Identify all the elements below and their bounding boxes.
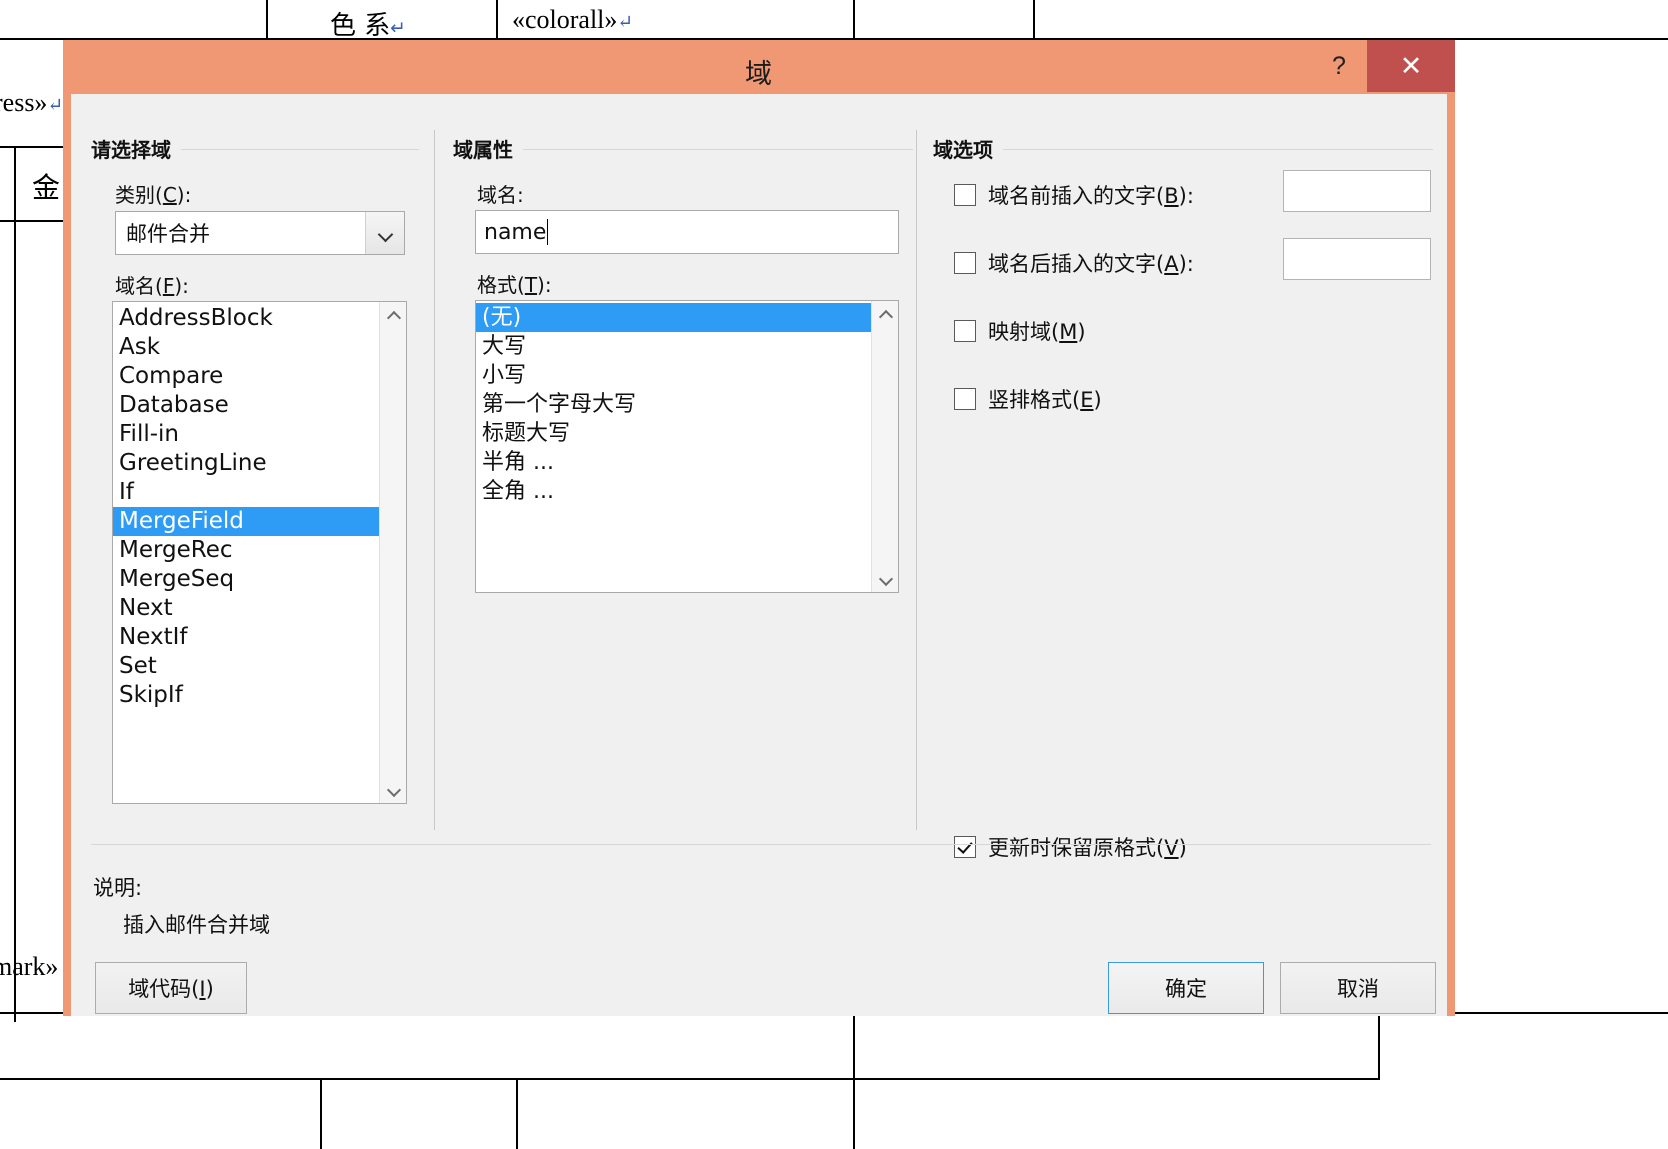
- help-icon[interactable]: ?: [1311, 40, 1367, 92]
- field-name-item[interactable]: Compare: [113, 362, 379, 391]
- doc-cell-text: «colorall»↵: [512, 5, 634, 34]
- format-listbox[interactable]: (无) 大写 小写 第一个字母大写 标题大写 半角 ... 全角 ...: [475, 300, 899, 593]
- description-title: 说明:: [93, 876, 143, 900]
- format-item[interactable]: 第一个字母大写: [476, 390, 871, 419]
- field-option-input[interactable]: [1283, 238, 1431, 280]
- field-names-listbox[interactable]: AddressBlock Ask Compare Database Fill-in Gre…: [112, 301, 407, 804]
- field-codes-button-label: 域代码(I): [128, 977, 214, 1001]
- scroll-up-icon[interactable]: [872, 303, 898, 325]
- preserve-format-label: 更新时保留原格式(V): [988, 836, 1187, 860]
- group-select-field: 请选择域: [91, 134, 419, 163]
- format-scrollbar[interactable]: [871, 301, 898, 592]
- doc-table-border: [266, 0, 268, 40]
- doc-cell-text: 色 系↵: [330, 11, 406, 41]
- field-option-label: 竖排格式(E): [988, 388, 1102, 412]
- format-item[interactable]: 小写: [476, 361, 871, 390]
- chevron-down-icon[interactable]: [365, 212, 404, 254]
- field-name-item[interactable]: If: [113, 478, 379, 507]
- cancel-button-label: 取消: [1337, 977, 1379, 1001]
- doc-table-border: [1378, 1014, 1380, 1080]
- format-item[interactable]: 大写: [476, 332, 871, 361]
- group-title-field-properties: 域属性: [453, 134, 523, 163]
- label-format: 格式(T):: [477, 273, 552, 297]
- doc-table-border: [853, 0, 855, 40]
- category-combobox-value: 邮件合并: [126, 222, 210, 246]
- field-option-checkbox[interactable]: [954, 184, 976, 206]
- field-name-item[interactable]: NextIf: [113, 623, 379, 652]
- field-name-item[interactable]: Database: [113, 391, 379, 420]
- format-item[interactable]: 半角 ...: [476, 448, 871, 477]
- doc-cell-text: 金: [32, 171, 61, 204]
- field-dialog: 域 ? ✕ 请选择域 类别(C): 邮件合并 域名(F): AddressBlo…: [63, 40, 1455, 1016]
- field-option-row[interactable]: 域名后插入的文字(A):: [954, 248, 1194, 278]
- label-field-name: 域名:: [477, 183, 524, 207]
- field-name-item[interactable]: Next: [113, 594, 379, 623]
- text-caret: [547, 219, 549, 245]
- screen: 色 系↵ «colorall»↵ ress»↵ 金 mark» 域: [0, 0, 1668, 1149]
- description-divider: [91, 844, 1431, 845]
- titlebar-buttons: ? ✕: [1311, 40, 1455, 92]
- doc-table-border: [496, 0, 498, 40]
- field-name-item[interactable]: MergeSeq: [113, 565, 379, 594]
- doc-table-border: [0, 1078, 1380, 1080]
- field-option-checkbox[interactable]: [954, 252, 976, 274]
- panel-divider: [916, 130, 917, 830]
- label-category: 类别(C):: [115, 183, 192, 207]
- preserve-format-checkbox[interactable]: [954, 836, 976, 858]
- doc-table-border: [1033, 0, 1035, 40]
- doc-table-border: [320, 1078, 322, 1149]
- category-combobox[interactable]: 邮件合并: [115, 211, 405, 255]
- field-name-item[interactable]: MergeField: [113, 507, 379, 536]
- field-name-input[interactable]: name: [475, 210, 899, 254]
- field-option-input[interactable]: [1283, 170, 1431, 212]
- ok-button[interactable]: 确定: [1108, 962, 1264, 1014]
- close-icon[interactable]: ✕: [1367, 40, 1455, 92]
- field-option-label: 域名后插入的文字(A):: [988, 252, 1194, 276]
- description-body: 插入邮件合并域: [123, 913, 270, 937]
- field-option-checkbox[interactable]: [954, 320, 976, 342]
- label-field-names: 域名(F):: [115, 274, 189, 298]
- cancel-button[interactable]: 取消: [1280, 962, 1436, 1014]
- format-list: (无) 大写 小写 第一个字母大写 标题大写 半角 ... 全角 ...: [476, 301, 871, 592]
- field-name-item[interactable]: GreetingLine: [113, 449, 379, 478]
- group-field-properties: 域属性: [453, 134, 913, 163]
- field-name-item[interactable]: Fill-in: [113, 420, 379, 449]
- doc-table-border: [14, 146, 16, 222]
- field-option-row[interactable]: 域名前插入的文字(B):: [954, 180, 1194, 210]
- field-option-row[interactable]: 映射域(M): [954, 316, 1086, 346]
- doc-cell-text: ress»↵: [0, 88, 64, 117]
- ok-button-label: 确定: [1165, 977, 1207, 1001]
- group-title-select-field: 请选择域: [91, 134, 181, 163]
- field-codes-button[interactable]: 域代码(I): [95, 962, 247, 1014]
- field-name-item[interactable]: Set: [113, 652, 379, 681]
- scroll-down-icon[interactable]: [380, 779, 406, 801]
- format-item[interactable]: 标题大写: [476, 419, 871, 448]
- dialog-title: 域: [745, 58, 773, 90]
- scroll-down-icon[interactable]: [872, 568, 898, 590]
- field-option-label: 域名前插入的文字(B):: [988, 184, 1194, 208]
- doc-table-border: [516, 1078, 518, 1149]
- format-item[interactable]: (无): [476, 303, 871, 332]
- field-name-item[interactable]: SkipIf: [113, 681, 379, 710]
- field-name-item[interactable]: MergeRec: [113, 536, 379, 565]
- field-name-item[interactable]: Ask: [113, 333, 379, 362]
- field-names-list: AddressBlock Ask Compare Database Fill-in Gre…: [113, 302, 379, 803]
- panel-divider: [434, 130, 435, 830]
- doc-cell-text: mark»: [0, 952, 59, 981]
- field-name-input-value: name: [484, 219, 547, 245]
- group-field-options: 域选项: [933, 134, 1433, 163]
- field-names-scrollbar[interactable]: [379, 302, 406, 803]
- doc-table-border: [14, 222, 16, 1022]
- field-option-checkbox[interactable]: [954, 388, 976, 410]
- dialog-titlebar: 域 ? ✕: [71, 40, 1455, 94]
- preserve-format-checkbox-row[interactable]: 更新时保留原格式(V): [954, 832, 1187, 862]
- group-title-field-options: 域选项: [933, 134, 1003, 163]
- format-item[interactable]: 全角 ...: [476, 477, 871, 506]
- dialog-body: 请选择域 类别(C): 邮件合并 域名(F): AddressBlock Ask C…: [71, 94, 1447, 1016]
- scroll-up-icon[interactable]: [380, 304, 406, 326]
- field-option-label: 映射域(M): [988, 320, 1086, 344]
- field-name-item[interactable]: AddressBlock: [113, 304, 379, 333]
- field-option-row[interactable]: 竖排格式(E): [954, 384, 1102, 414]
- doc-table-border: [853, 1014, 855, 1149]
